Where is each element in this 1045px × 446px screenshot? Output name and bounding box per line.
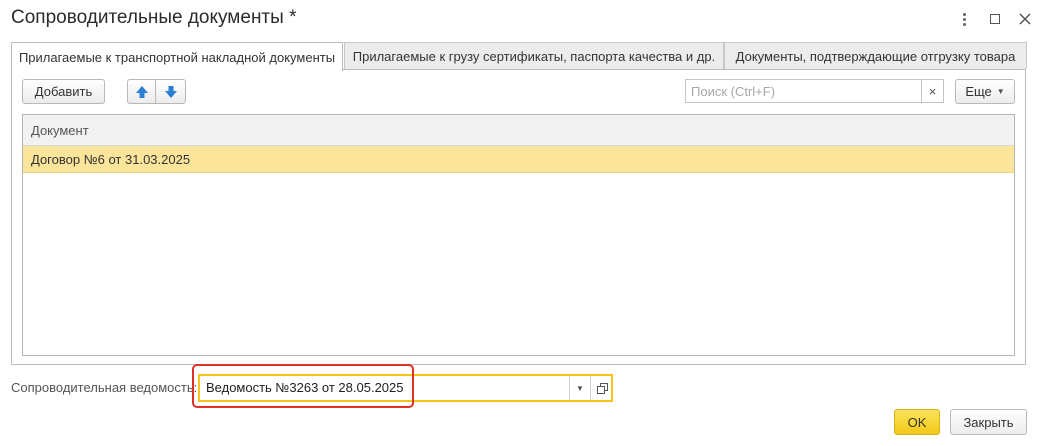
- column-header-document[interactable]: Документ: [23, 115, 1014, 146]
- documents-table: Документ Договор №6 от 31.03.2025: [22, 114, 1015, 356]
- move-down-button[interactable]: [155, 79, 186, 104]
- arrow-down-icon: [164, 85, 177, 98]
- ok-button[interactable]: OK: [894, 409, 940, 435]
- tab-certificates[interactable]: Прилагаемые к грузу сертификаты, паспорт…: [344, 42, 724, 69]
- accompanying-statement-field[interactable]: Ведомость №3263 от 28.05.2025 ▼: [198, 374, 613, 402]
- tab-shipment-documents[interactable]: Документы, подтверждающие отгрузку товар…: [724, 42, 1027, 69]
- table-cell-document: Договор №6 от 31.03.2025: [31, 151, 191, 167]
- more-button[interactable]: Еще ▼: [955, 79, 1015, 104]
- close-button[interactable]: Закрыть: [950, 409, 1027, 435]
- dropdown-arrow-icon[interactable]: ▼: [569, 376, 590, 400]
- search-clear-icon[interactable]: ×: [921, 80, 943, 102]
- chevron-down-icon: ▼: [996, 87, 1005, 96]
- close-icon[interactable]: [1016, 10, 1034, 28]
- accompanying-statement-value: Ведомость №3263 от 28.05.2025: [206, 380, 404, 395]
- add-button[interactable]: Добавить: [22, 79, 105, 104]
- maximize-icon[interactable]: [986, 10, 1004, 28]
- tab-transport-documents[interactable]: Прилагаемые к транспортной накладной док…: [11, 42, 343, 71]
- move-up-button[interactable]: [127, 79, 156, 104]
- menu-dots-icon[interactable]: [955, 10, 973, 28]
- table-row[interactable]: Договор №6 от 31.03.2025: [23, 146, 1014, 173]
- search-input[interactable]: [686, 80, 932, 102]
- tab-bar: Прилагаемые к транспортной накладной док…: [11, 42, 1027, 71]
- open-icon[interactable]: [590, 376, 612, 400]
- window-title: Сопроводительные документы *: [11, 7, 297, 28]
- search-box: ×: [685, 79, 944, 103]
- more-button-label: Еще: [965, 84, 992, 99]
- accompanying-statement-label: Сопроводительная ведомость:: [11, 380, 198, 395]
- arrow-up-icon: [135, 85, 148, 98]
